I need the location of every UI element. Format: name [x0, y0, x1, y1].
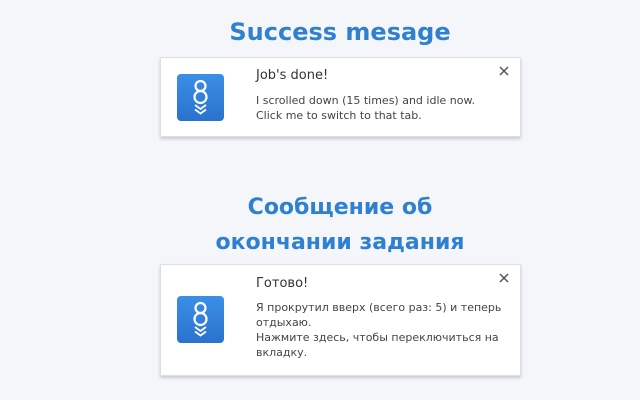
section-heading-success: Success mesage [229, 18, 451, 46]
close-icon[interactable] [497, 64, 511, 78]
notification-message-line: вкладку. [256, 346, 308, 359]
close-icon[interactable] [497, 271, 511, 285]
notification-message: I scrolled down (15 times) and idle now.… [256, 93, 496, 123]
notification-message-line: Click me to switch to that tab. [256, 109, 422, 122]
section-heading-completion: Сообщение об окончании задания [0, 190, 640, 260]
notification-message: Я прокрутил вверх (всего раз: 5) и тепер… [256, 300, 502, 360]
notification-message-line: Нажмите здесь, чтобы переключиться на [256, 331, 499, 344]
app-logo-icon [177, 296, 224, 343]
app-logo-icon [177, 74, 224, 121]
notification-message-line: Я прокрутил вверх (всего раз: 5) и тепер… [256, 301, 502, 314]
notification-message-line: I scrolled down (15 times) and idle now. [256, 94, 475, 107]
notification-title: Готово! [256, 276, 309, 291]
section-heading-line: окончании задания [215, 230, 465, 255]
notification-title: Job's done! [256, 68, 329, 83]
section-heading-line: Сообщение об [247, 195, 433, 220]
notification-success[interactable]: Job's done! I scrolled down (15 times) a… [160, 57, 521, 137]
notification-message-line: отдыхаю. [256, 316, 312, 329]
notification-completion[interactable]: Готово! Я прокрутил вверх (всего раз: 5)… [160, 264, 521, 376]
